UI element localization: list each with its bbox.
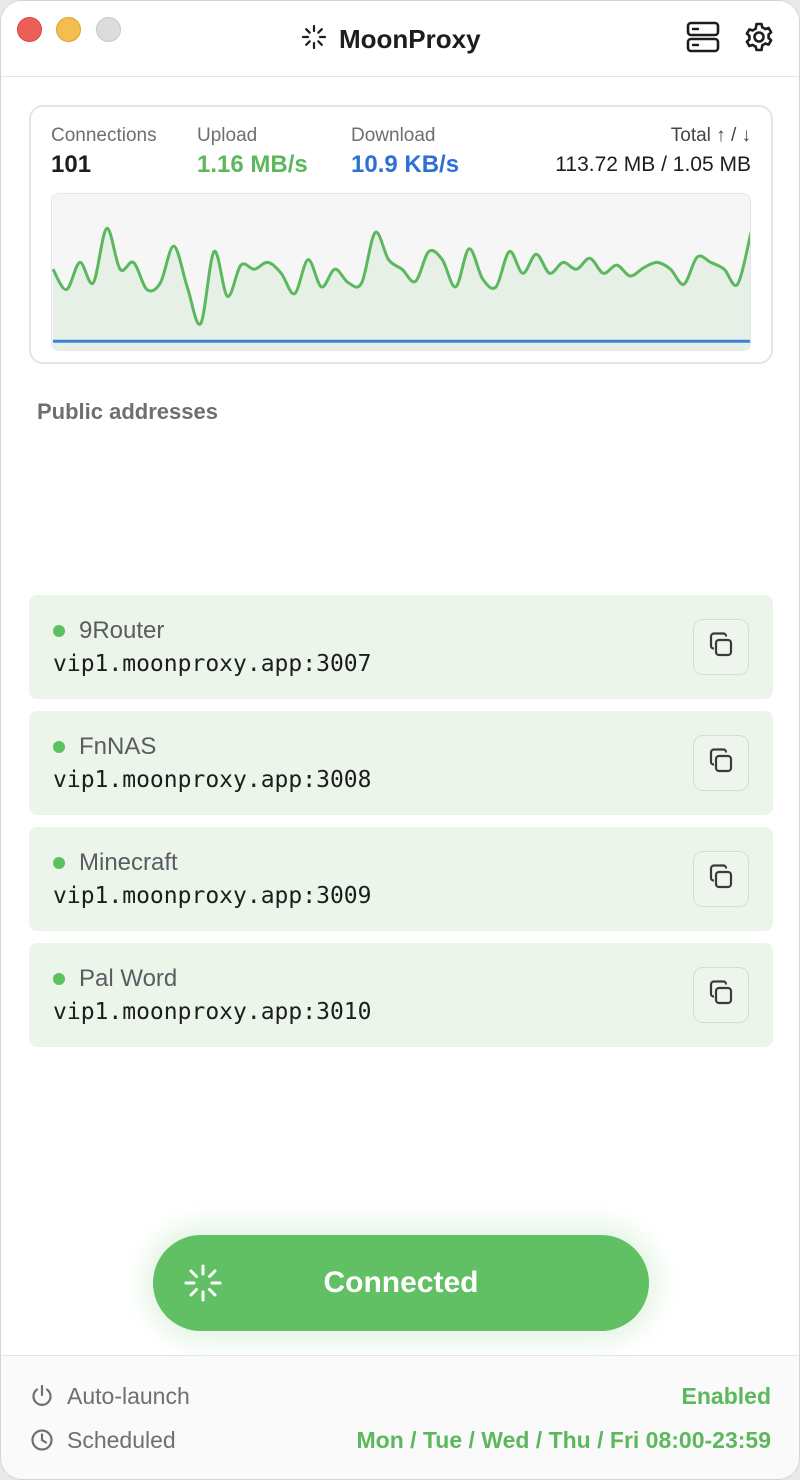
gear-icon	[743, 21, 775, 58]
auto-launch-label: Auto-launch	[67, 1382, 190, 1409]
copy-icon	[707, 631, 735, 664]
connect-toggle-button[interactable]: Connected	[153, 1235, 649, 1331]
copy-icon	[707, 747, 735, 780]
total-label: Total ↑ / ↓	[670, 125, 751, 146]
address-item: Minecraft vip1.moonproxy.app:3009	[29, 827, 773, 931]
title-bar: MoonProxy	[1, 1, 799, 77]
auto-launch-value[interactable]: Enabled	[682, 1383, 771, 1410]
address-name: FnNAS	[79, 733, 157, 760]
address-item: FnNAS vip1.moonproxy.app:3008	[29, 711, 773, 815]
address-host: vip1.moonproxy.app:3009	[53, 883, 372, 909]
address-host: vip1.moonproxy.app:3010	[53, 999, 372, 1025]
sparkle-icon	[301, 24, 327, 55]
status-dot	[53, 857, 65, 869]
zoom-window-button[interactable]	[96, 17, 121, 42]
close-window-button[interactable]	[17, 17, 42, 42]
upload-series-area	[53, 228, 750, 350]
scheduled-row: Scheduled Mon / Tue / Wed / Thu / Fri 08…	[29, 1424, 771, 1456]
scheduled-label: Scheduled	[67, 1426, 176, 1453]
address-host: vip1.moonproxy.app:3008	[53, 767, 372, 793]
address-item: Pal Word vip1.moonproxy.app:3010	[29, 943, 773, 1047]
copy-address-button[interactable]	[693, 735, 749, 791]
clock-icon	[29, 1427, 55, 1453]
status-dot	[53, 625, 65, 637]
traffic-chart-svg	[52, 226, 750, 350]
app-title: MoonProxy	[301, 23, 481, 55]
download-label: Download	[351, 125, 436, 146]
settings-button[interactable]	[741, 21, 777, 57]
total-stat: Total ↑ / ↓ 113.72 MB / 1.05 MB	[555, 125, 751, 177]
minimize-window-button[interactable]	[56, 17, 81, 42]
connections-label: Connections	[51, 125, 157, 146]
upload-value: 1.16 MB/s	[197, 151, 308, 178]
download-value: 10.9 KB/s	[351, 151, 460, 178]
address-host: vip1.moonproxy.app:3007	[53, 651, 372, 677]
address-name: Minecraft	[79, 849, 178, 876]
copy-address-button[interactable]	[693, 619, 749, 675]
app-window: MoonProxy Connections 101 Upload 1.16 MB…	[0, 0, 800, 1480]
connect-status-label: Connected	[323, 1266, 479, 1299]
copy-icon	[707, 979, 735, 1012]
scheduled-value[interactable]: Mon / Tue / Wed / Thu / Fri 08:00-23:59	[357, 1427, 772, 1454]
power-icon	[29, 1383, 55, 1409]
server-stack-icon	[686, 21, 720, 58]
status-dot	[53, 973, 65, 985]
address-item: 9Router vip1.moonproxy.app:3007	[29, 595, 773, 699]
public-addresses-title: Public addresses	[37, 399, 218, 424]
address-name: Pal Word	[79, 965, 178, 992]
upload-label: Upload	[197, 125, 258, 146]
download-stat: Download 10.9 KB/s	[351, 125, 459, 179]
footer-settings: Auto-launch Enabled Scheduled Mon / Tue …	[1, 1355, 799, 1479]
upload-stat: Upload 1.16 MB/s	[197, 125, 308, 179]
connections-value: 101	[51, 151, 92, 178]
copy-address-button[interactable]	[693, 967, 749, 1023]
traffic-stats-card: Connections 101 Upload 1.16 MB/s Downloa…	[29, 105, 773, 364]
auto-launch-row: Auto-launch Enabled	[29, 1380, 771, 1412]
address-name: 9Router	[79, 617, 165, 644]
servers-button[interactable]	[685, 21, 721, 57]
total-value: 113.72 MB / 1.05 MB	[555, 153, 751, 176]
copy-address-button[interactable]	[693, 851, 749, 907]
connections-stat: Connections 101	[51, 125, 157, 179]
app-title-text: MoonProxy	[339, 23, 481, 54]
public-address-list: 9Router vip1.moonproxy.app:3007 FnNAS vi…	[29, 595, 773, 1059]
copy-icon	[707, 863, 735, 896]
status-dot	[53, 741, 65, 753]
traffic-chart	[51, 193, 751, 351]
